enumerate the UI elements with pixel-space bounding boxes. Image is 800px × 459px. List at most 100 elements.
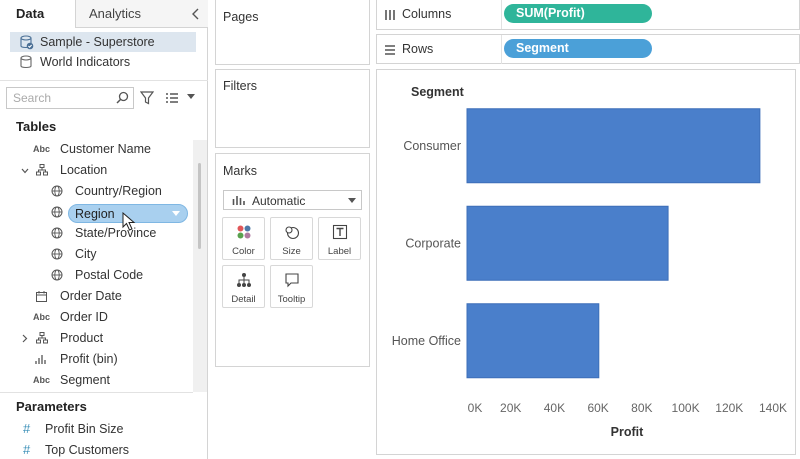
tooltip-button[interactable]: Tooltip	[270, 265, 313, 308]
segment-pill[interactable]: Segment	[504, 39, 652, 58]
field-profit-bin[interactable]: Profit (bin)	[0, 349, 190, 370]
divider	[0, 80, 208, 81]
bar-consumer[interactable]	[466, 108, 761, 184]
text-label-icon	[332, 224, 348, 240]
color-dots-icon	[237, 225, 251, 239]
field-location[interactable]: Location	[0, 160, 190, 181]
parameter-profit-bin-size[interactable]: # Profit Bin Size	[23, 419, 124, 439]
sum-profit-pill[interactable]: SUM(Profit)	[504, 4, 652, 23]
bar-home-office[interactable]	[466, 303, 600, 379]
columns-shelf[interactable]: Columns SUM(Profit)	[376, 0, 800, 30]
parameter-label: Top Customers	[45, 443, 130, 457]
search-input[interactable]	[7, 88, 115, 108]
field-country-region[interactable]: Country/Region	[0, 181, 190, 202]
field-product[interactable]: Product	[0, 328, 190, 349]
field-label: Region	[75, 207, 115, 221]
mouse-cursor-icon	[122, 212, 136, 231]
caret-down-icon[interactable]	[348, 198, 356, 203]
field-label: Country/Region	[75, 184, 162, 198]
pages-shelf[interactable]: Pages	[215, 0, 370, 65]
shelf-divider	[501, 35, 502, 64]
category-label: Home Office	[392, 334, 461, 348]
mark-type-dropdown[interactable]: Automatic	[223, 190, 362, 210]
database-check-icon	[20, 35, 34, 50]
marks-title: Marks	[223, 164, 258, 178]
field-postal-code[interactable]: Postal Code	[0, 265, 190, 286]
field-state-province[interactable]: State/Province	[0, 223, 190, 244]
x-tick-label: 20K	[500, 401, 521, 415]
x-tick-label: 0K	[468, 401, 483, 415]
x-tick-label: 120K	[715, 401, 743, 415]
label-button[interactable]: Label	[318, 217, 361, 260]
pane-tabs: Data Analytics	[0, 0, 208, 28]
filter-icon[interactable]	[140, 91, 154, 105]
label-label: Label	[327, 246, 352, 257]
rows-label: Rows	[402, 42, 434, 56]
data-source-superstore[interactable]: Sample - Superstore	[10, 32, 196, 52]
calendar-icon	[36, 291, 47, 302]
data-source-label: World Indicators	[40, 55, 131, 69]
field-label: City	[75, 247, 97, 261]
parameter-icon: #	[23, 442, 31, 457]
caret-down-icon[interactable]	[187, 94, 195, 100]
x-tick-label: 140K	[759, 401, 787, 415]
columns-label: Columns	[402, 7, 452, 21]
field-label: Profit (bin)	[60, 352, 118, 366]
data-source-world-indicators[interactable]: World Indicators	[10, 52, 196, 72]
data-pane: Data Analytics Sample - Superstore World…	[0, 0, 208, 459]
size-button[interactable]: Size	[270, 217, 313, 260]
caret-down-icon[interactable]	[172, 211, 180, 216]
category-label: Consumer	[403, 139, 461, 153]
database-icon	[20, 55, 32, 69]
field-order-id[interactable]: Abc Order ID	[0, 307, 190, 328]
string-type-icon: Abc	[33, 375, 51, 385]
search-icon[interactable]	[116, 91, 129, 104]
tooltip-bubble-icon	[285, 273, 299, 288]
hierarchy-icon	[36, 332, 48, 344]
size-circles-icon	[285, 226, 300, 240]
divider	[0, 392, 193, 393]
view-list-icon[interactable]	[165, 92, 179, 104]
chevron-right-icon[interactable]	[21, 334, 29, 343]
tab-data[interactable]: Data	[0, 0, 76, 28]
x-tick-label: 100K	[672, 401, 700, 415]
field-label: Segment	[60, 373, 111, 387]
detail-tree-icon	[237, 273, 251, 287]
field-label: Customer Name	[60, 142, 151, 156]
field-label: Order ID	[60, 310, 108, 324]
field-order-date[interactable]: Order Date	[0, 286, 190, 307]
bar-chart: Segment Consumer Corporate Home Office 0K 2…	[392, 85, 787, 439]
data-source-label: Sample - Superstore	[40, 35, 155, 49]
field-segment[interactable]: Abc Segment	[0, 370, 190, 391]
row-header-segment: Segment	[411, 85, 465, 99]
field-label: Location	[60, 163, 108, 177]
field-label: Order Date	[60, 289, 122, 303]
field-label: Product	[60, 331, 104, 345]
chevron-down-icon[interactable]	[21, 167, 29, 175]
parameters-title: Parameters	[16, 399, 87, 414]
filters-shelf[interactable]: Filters	[215, 69, 370, 148]
parameter-top-customers[interactable]: # Top Customers	[23, 440, 130, 459]
scrollbar-thumb[interactable]	[198, 163, 201, 249]
search-box[interactable]	[6, 87, 134, 109]
pages-title: Pages	[223, 10, 259, 24]
string-type-icon: Abc	[33, 312, 51, 322]
columns-icon	[385, 10, 395, 20]
hierarchy-icon	[36, 164, 48, 176]
field-label: Postal Code	[75, 268, 144, 282]
x-tick-label: 60K	[587, 401, 608, 415]
string-type-icon: Abc	[33, 144, 51, 154]
category-label: Corporate	[405, 236, 461, 250]
field-city[interactable]: City	[0, 244, 190, 265]
marks-card: Marks Automatic Color Size Label Detail …	[215, 153, 370, 367]
rows-shelf[interactable]: Rows Segment	[376, 34, 800, 64]
detail-button[interactable]: Detail	[222, 265, 265, 308]
collapse-pane-icon[interactable]	[189, 6, 203, 22]
shelf-divider	[501, 0, 502, 29]
bin-histogram-icon	[35, 355, 46, 364]
bar-chart-icon	[232, 196, 245, 205]
color-button[interactable]: Color	[222, 217, 265, 260]
detail-label: Detail	[231, 294, 256, 305]
bar-corporate[interactable]	[466, 205, 669, 281]
field-customer-name[interactable]: Abc Customer Name	[0, 139, 190, 160]
